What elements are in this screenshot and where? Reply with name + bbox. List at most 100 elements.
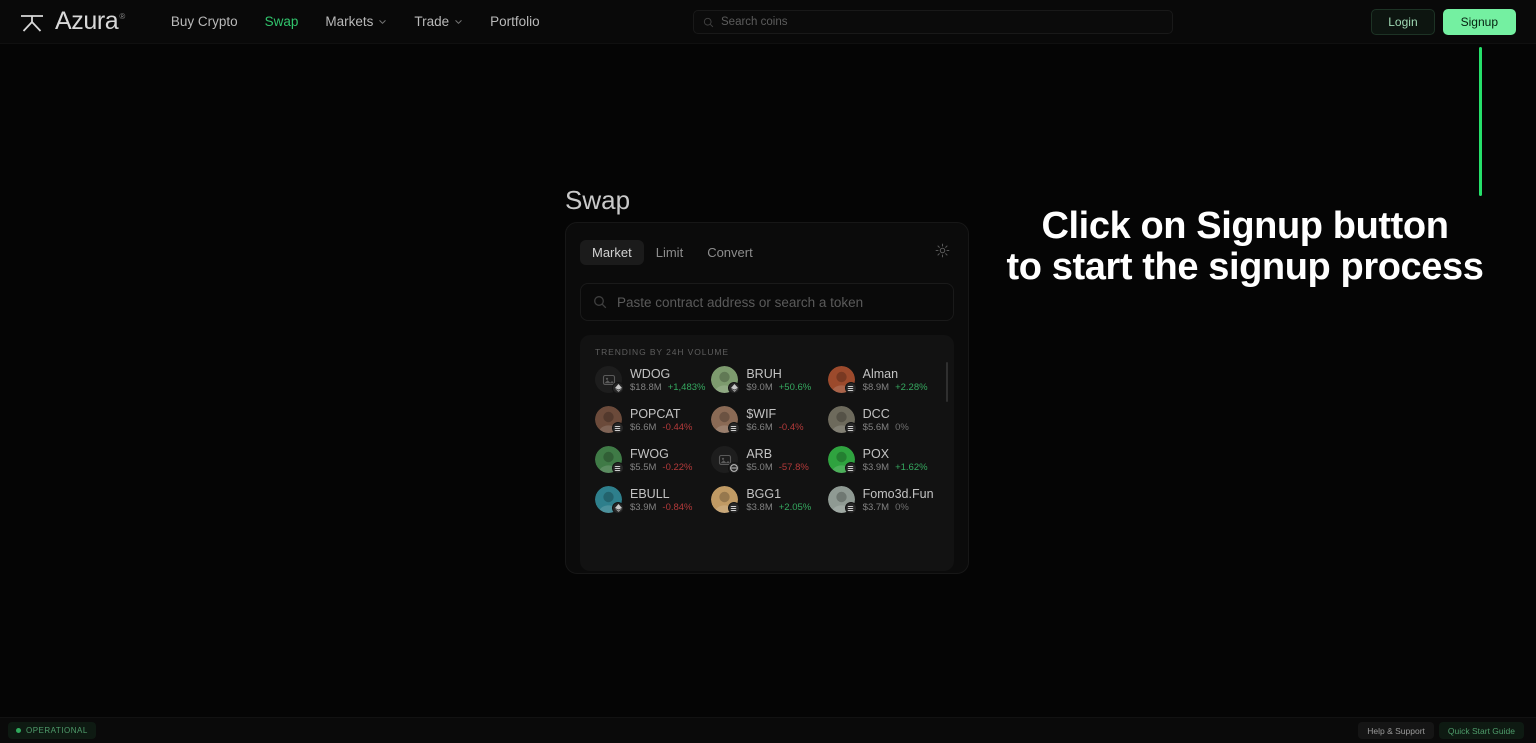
search-icon [594, 296, 607, 309]
azura-logo-icon [21, 14, 43, 32]
nav-item-markets[interactable]: Markets [325, 14, 387, 29]
trending-token-item[interactable]: Alman $8.9M +2.28% [827, 366, 944, 394]
annotation-line-2: to start the signup process [1006, 246, 1484, 288]
token-meta: $5.5M -0.22% [630, 462, 693, 473]
token-symbol: EBULL [630, 486, 670, 501]
trending-token-item[interactable]: FWOG $5.5M -0.22% [595, 446, 711, 474]
nav-item-buy-crypto[interactable]: Buy Crypto [171, 14, 238, 29]
chain-badge-icon [844, 382, 857, 394]
token-info: POX $3.9M +1.62% [863, 447, 928, 473]
token-volume: $3.9M [862, 461, 890, 473]
token-avatar-wrap [711, 406, 741, 434]
swap-card: Market Limit Convert Paste contract addres… [565, 222, 969, 574]
global-search[interactable]: Search coins [693, 10, 1173, 34]
chevron-down-icon [379, 20, 387, 25]
token-volume: $6.6M [630, 421, 657, 433]
token-meta: $3.9M -0.84% [630, 502, 693, 513]
nav-item-label: Portfolio [490, 14, 540, 29]
global-search-placeholder: Search coins [721, 16, 788, 28]
token-avatar-wrap [827, 406, 857, 434]
token-meta: $3.8M +2.05% [746, 502, 811, 513]
chevron-down-icon [455, 20, 462, 25]
token-avatar-wrap [711, 486, 741, 514]
quick-start-guide-button[interactable]: Quick Start Guide [1438, 722, 1524, 739]
token-meta: $9.0M +50.6% [746, 382, 811, 393]
token-change: +2.05% [778, 501, 812, 513]
page-title: Swap [565, 185, 631, 215]
trending-scrollbar[interactable] [946, 362, 948, 402]
token-meta: $3.7M 0% [863, 502, 934, 513]
trending-token-item[interactable]: ARB $5.0M -57.8% [711, 446, 827, 474]
trending-panel: TRENDING BY 24H VOLUME WDOG $18.8M +1,483%… [580, 335, 954, 571]
status-badge[interactable]: OPERATIONAL [8, 722, 96, 739]
auth-actions: Login Signup [1371, 9, 1516, 35]
annotation-text: Click on Signup button to start the sign… [995, 206, 1495, 288]
token-symbol: BRUH [746, 366, 782, 381]
nav-item-swap[interactable]: Swap [265, 14, 299, 29]
chain-badge-icon [844, 462, 857, 474]
token-search-input[interactable]: Paste contract address or search a token [580, 283, 954, 321]
token-volume: $3.8M [746, 501, 773, 513]
token-change: +1,483% [667, 381, 706, 393]
search-icon [703, 17, 714, 27]
chain-badge-icon [844, 502, 857, 514]
trending-token-item[interactable]: BRUH $9.0M +50.6% [711, 366, 827, 394]
login-button[interactable]: Login [1371, 9, 1435, 35]
token-symbol: WDOG [630, 366, 671, 381]
chain-badge-icon [612, 382, 624, 394]
trending-token-item[interactable]: BGG1 $3.8M +2.05% [711, 486, 827, 514]
logo-wordmark: Azura® [55, 7, 125, 36]
token-meta: $6.6M -0.44% [630, 422, 693, 433]
chain-badge-icon [844, 422, 857, 434]
chain-badge-icon [728, 382, 741, 394]
token-info: Fomo3d.Fun $3.7M 0% [863, 487, 934, 513]
token-change: -0.4% [778, 421, 804, 433]
token-volume: $6.6M [746, 421, 773, 433]
token-avatar-wrap [827, 486, 857, 514]
token-volume: $3.7M [862, 501, 890, 513]
trending-token-item[interactable]: POX $3.9M +1.62% [827, 446, 944, 474]
chain-badge-icon [728, 462, 741, 474]
top-header: Azura® Buy Crypto Swap Markets Trade Portfol… [0, 0, 1536, 44]
token-meta: $3.9M +1.62% [863, 462, 928, 473]
swap-tabs: Market Limit Convert [566, 237, 968, 267]
token-info: WDOG $18.8M +1,483% [630, 367, 705, 393]
token-volume: $5.0M [746, 461, 773, 473]
token-info: BRUH $9.0M +50.6% [746, 367, 811, 393]
trending-token-item[interactable]: EBULL $3.9M -0.84% [595, 486, 711, 514]
help-support-button[interactable]: Help & Support [1358, 722, 1434, 739]
gear-icon[interactable] [935, 243, 950, 258]
status-label: OPERATIONAL [26, 726, 88, 735]
token-volume: $18.8M [630, 381, 662, 393]
token-meta: $18.8M +1,483% [630, 382, 705, 393]
token-avatar-wrap [711, 366, 741, 394]
trending-token-item[interactable]: Fomo3d.Fun $3.7M 0% [827, 486, 944, 514]
token-volume: $5.6M [862, 421, 890, 433]
tab-limit[interactable]: Limit [644, 240, 695, 265]
signup-button[interactable]: Signup [1442, 9, 1516, 35]
trending-token-item[interactable]: $WIF $6.6M -0.4% [711, 406, 827, 434]
logo-text: Azura [55, 7, 119, 35]
logo-registered-mark: ® [119, 12, 125, 21]
trending-token-item[interactable]: WDOG $18.8M +1,483% [595, 366, 711, 394]
token-info: EBULL $3.9M -0.84% [630, 487, 693, 513]
token-symbol: ARB [746, 446, 773, 461]
token-change: +2.28% [895, 381, 928, 393]
token-symbol: FWOG [630, 446, 669, 461]
token-change: 0% [895, 501, 909, 513]
chain-badge-icon [612, 502, 624, 514]
token-avatar-wrap [827, 366, 857, 394]
logo[interactable]: Azura® [18, 7, 125, 36]
nav-item-trade[interactable]: Trade [414, 14, 463, 29]
token-symbol: DCC [862, 406, 890, 421]
nav-item-label: Markets [325, 14, 374, 29]
trending-token-item[interactable]: POPCAT $6.6M -0.44% [595, 406, 711, 434]
token-change: -0.44% [662, 421, 693, 433]
trending-token-item[interactable]: DCC $5.6M 0% [827, 406, 944, 434]
tab-convert[interactable]: Convert [695, 240, 765, 265]
chain-badge-icon [728, 502, 741, 514]
tab-market[interactable]: Market [580, 239, 644, 265]
footer-bar: OPERATIONAL Help & Support Quick Start G… [0, 717, 1536, 743]
nav-item-portfolio[interactable]: Portfolio [490, 14, 540, 29]
token-info: $WIF $6.6M -0.4% [746, 407, 803, 433]
